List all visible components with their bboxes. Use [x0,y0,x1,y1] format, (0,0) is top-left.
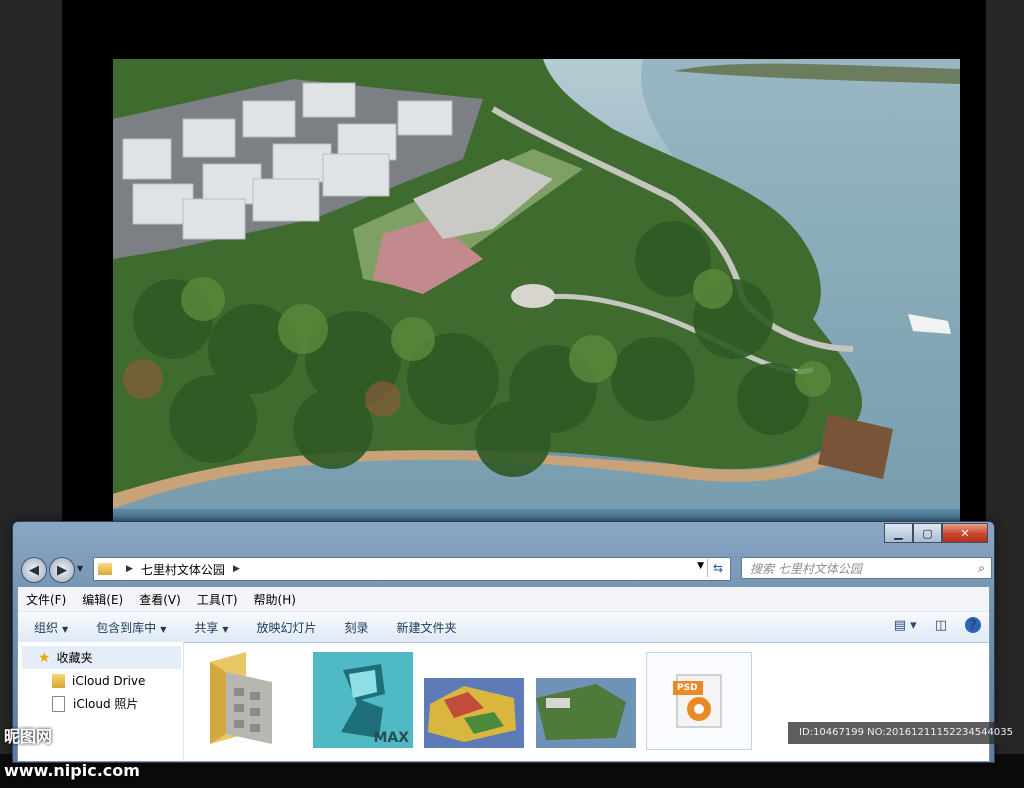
organize-label: 组织 [34,620,59,635]
nav-item-label: iCloud Drive [72,673,146,688]
maximize-icon: ▢ [922,526,933,540]
image-thumbnail-icon [424,678,524,748]
watermark-right: ID:10467199 NO:20161211152234544035 [788,722,1024,744]
include-library-label: 包含到库中 [96,620,157,635]
menu-bar: 文件(F) 编辑(E) 查看(V) 工具(T) 帮助(H) [18,587,989,612]
chevron-down-icon: ▼ [62,624,69,634]
refresh-icon[interactable]: ⇆ [707,559,728,577]
back-button[interactable]: ◀ [21,557,47,583]
max-label: MAX [373,730,409,746]
file-item-plan-2[interactable] [536,652,636,748]
caption-buttons: ▁ ▢ ✕ [884,523,988,543]
maximize-button[interactable]: ▢ [913,523,942,543]
new-folder-button[interactable]: 新建文件夹 [397,619,457,636]
park-rendering-image [113,59,960,524]
search-placeholder: 搜索 七里村文体公园 [750,561,862,576]
preview-pane-icon[interactable]: ◫ [935,618,947,633]
nav-favorites[interactable]: ★ 收藏夹 [22,646,181,669]
file-item-plan-1[interactable] [424,652,524,748]
psd-label: PSD [677,683,698,693]
menu-file[interactable]: 文件(F) [26,591,66,608]
file-item-max[interactable]: MAX [313,652,413,748]
share-label: 共享 [194,620,219,635]
page-icon [52,695,65,712]
forward-button[interactable]: ▶ [49,557,75,583]
file-item-psd[interactable]: PSD [646,652,752,750]
slideshow-button[interactable]: 放映幻灯片 [257,619,317,636]
folder-icon [98,563,112,575]
nav-favorites-label: 收藏夹 [56,651,93,665]
chevron-down-icon: ▼ [222,624,229,634]
view-controls: ▤ ▾ ◫ ? [876,617,981,633]
nav-item-label: iCloud 照片 [73,697,139,711]
breadcrumb-current-folder[interactable]: 七里村文体公园 [141,561,225,578]
menu-view[interactable]: 查看(V) [139,591,181,608]
forward-arrow-icon: ▶ [57,562,67,578]
folder-icon [52,673,65,688]
include-library-button[interactable]: 包含到库中 ▼ [96,619,166,636]
recent-pages-chevron-icon[interactable]: ▼ [77,564,83,573]
burn-button[interactable]: 刻录 [345,619,369,636]
address-dropdown-icon[interactable]: ▼ [697,561,704,571]
menu-tools[interactable]: 工具(T) [197,591,238,608]
minimize-icon: ▁ [894,526,903,540]
command-bar: 组织 ▼ 包含到库中 ▼ 共享 ▼ 放映幻灯片 刻录 新建文件夹 ▤ ▾ ◫ ? [18,612,989,643]
folder-thumbnail-icon [210,652,272,744]
search-input[interactable]: 搜索 七里村文体公园 ⌕ [741,557,992,579]
menu-help[interactable]: 帮助(H) [254,591,296,608]
star-icon: ★ [38,649,51,666]
navigation-row: ◀ ▶ ▼ ▶ 七里村文体公园 ▶ ▼ ⇆ 搜索 七里村文体公园 ⌕ [19,555,992,583]
search-icon[interactable]: ⌕ [978,561,985,576]
address-bar[interactable]: ▶ 七里村文体公园 ▶ ▼ ⇆ [93,557,731,581]
watermark-left: 昵图网 www.nipic.com [4,727,140,780]
nav-item-icloud-drive[interactable]: iCloud Drive [18,669,183,692]
file-item-folder[interactable] [206,652,306,748]
menu-edit[interactable]: 编辑(E) [82,591,123,608]
organize-button[interactable]: 组织 ▼ [34,619,68,636]
nav-item-icloud-photos[interactable]: iCloud 照片 [18,692,183,715]
chevron-down-icon: ▼ [160,624,167,634]
view-options-icon[interactable]: ▤ ▾ [894,618,917,633]
close-button[interactable]: ✕ [942,523,988,543]
share-button[interactable]: 共享 ▼ [194,619,228,636]
psd-file-icon [673,674,722,728]
image-thumbnail-icon [536,678,636,748]
breadcrumb-chevron-icon[interactable]: ▶ [126,564,133,574]
help-icon[interactable]: ? [965,617,981,633]
breadcrumb-chevron-icon[interactable]: ▶ [233,564,240,574]
minimize-button[interactable]: ▁ [884,523,913,543]
back-arrow-icon: ◀ [29,562,39,578]
close-icon: ✕ [960,526,970,540]
